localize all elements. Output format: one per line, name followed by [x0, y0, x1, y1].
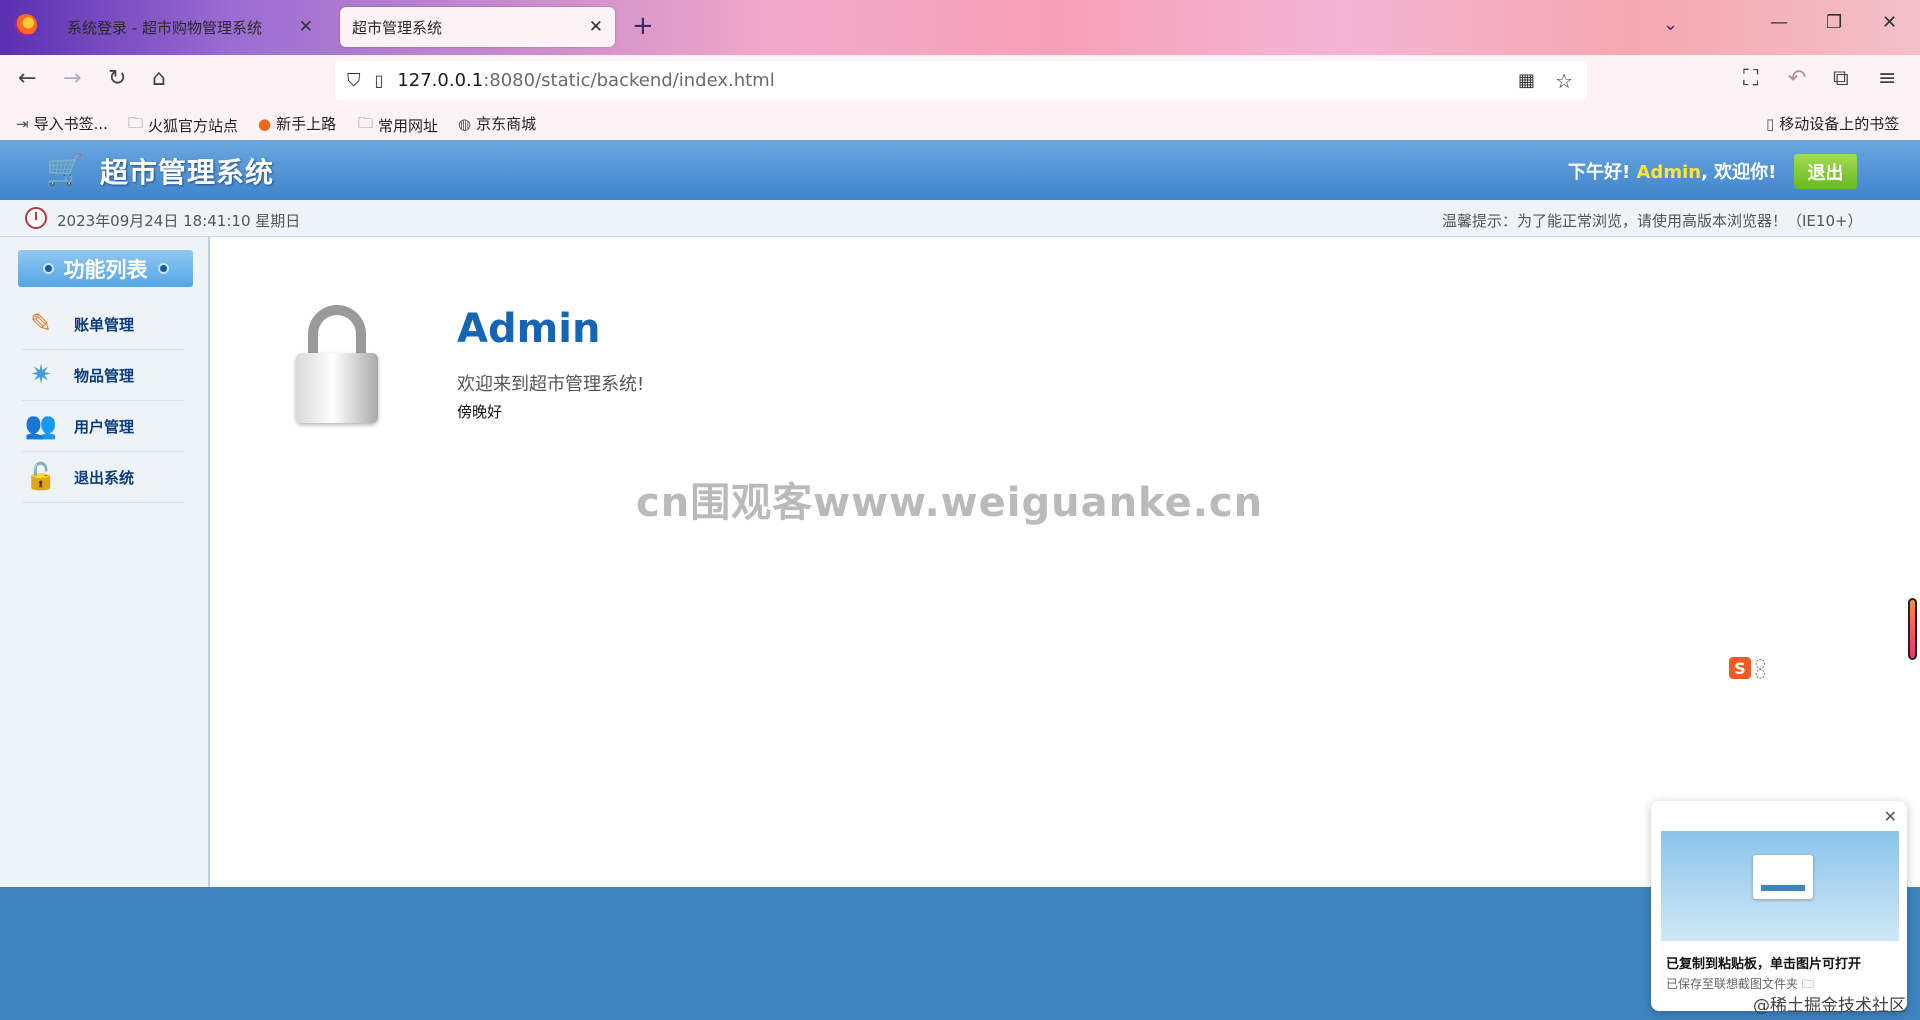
- greeting-text: 下午好!: [1568, 162, 1631, 183]
- lock-icon: [296, 305, 378, 425]
- folder-icon: 🗀: [358, 114, 374, 132]
- chevron-down-icon[interactable]: ⌄: [1663, 14, 1678, 35]
- greeting: 下午好! Admin, 欢迎你!: [1568, 158, 1776, 184]
- folder-icon: 🗀: [128, 114, 144, 132]
- back-icon[interactable]: ←: [18, 66, 36, 91]
- bookmarks-bar: ⇥ 导入书签... 🗀 火狐官方站点 ● 新手上路 🗀 常用网址 ◍ 京东商城 ▯ 移动设备…: [0, 106, 1920, 140]
- extensions-icon[interactable]: ⧉: [1833, 66, 1849, 91]
- users-icon: 👥: [24, 411, 58, 441]
- sidebar-item-bills[interactable]: ✎ 账单管理: [22, 299, 184, 350]
- sidebar-item-label: 退出系统: [74, 468, 135, 487]
- app-header: 🛒 超市管理系统 下午好! Admin, 欢迎你! 退出: [0, 140, 1920, 200]
- dot-icon: [157, 263, 169, 274]
- new-tab-button[interactable]: +: [632, 11, 654, 41]
- info-bar: 2023年09月24日 18:41:10 星期日 温馨提示：为了能正常浏览，请使…: [0, 200, 1920, 237]
- crop-icon[interactable]: ⛶: [1743, 66, 1758, 91]
- bookmark-getting-started[interactable]: ● 新手上路: [258, 113, 336, 134]
- ime-dots-icon: ◌ ◌: [1755, 656, 1766, 680]
- forward-icon[interactable]: →: [63, 66, 81, 91]
- scroll-handle[interactable]: [1908, 598, 1917, 660]
- tab-title: 超市管理系统: [352, 18, 443, 37]
- star-icon[interactable]: ☆: [1555, 69, 1573, 93]
- home-icon[interactable]: ⌂: [152, 66, 166, 91]
- corner-watermark: @稀土掘金技术社区: [1753, 996, 1906, 1016]
- close-icon[interactable]: ✕: [589, 17, 603, 37]
- bookmark-label: 常用网址: [378, 117, 439, 135]
- sidebar-item-goods[interactable]: ✷ 物品管理: [22, 350, 184, 401]
- screenshot-toast[interactable]: ✕ 已复制到粘贴板，单击图片可打开 已保存至联想截图文件夹 🗀: [1651, 801, 1907, 1011]
- qr-code-icon[interactable]: ▦: [1518, 70, 1535, 91]
- welcome-text: 欢迎来到超市管理系统!: [457, 374, 645, 395]
- app-title: 超市管理系统: [100, 156, 275, 189]
- browser-tab-bar: 系统登录 - 超市购物管理系统 ✕ 超市管理系统 ✕ + ⌄ — ❐ ✕: [0, 0, 1920, 55]
- greeting-welcome: , 欢迎你!: [1701, 162, 1777, 183]
- shield-icon[interactable]: ⛉: [347, 70, 361, 91]
- greeting-user: Admin: [1636, 162, 1702, 183]
- bookmark-label: 新手上路: [276, 115, 337, 133]
- toast-title: 已复制到粘贴板，单击图片可打开: [1666, 957, 1862, 972]
- sidebar-title-text: 功能列表: [63, 257, 148, 282]
- bookmark-mobile[interactable]: ▯ 移动设备上的书签: [1766, 113, 1899, 134]
- bookmark-firefox-site[interactable]: 🗀 火狐官方站点: [128, 113, 238, 138]
- screenshot-thumbnail[interactable]: [1661, 831, 1899, 941]
- bookmark-import[interactable]: ⇥ 导入书签...: [16, 113, 108, 134]
- reload-icon[interactable]: ↻: [108, 66, 126, 91]
- datetime: 2023年09月24日 18:41:10 星期日: [57, 212, 301, 230]
- bookmark-common-sites[interactable]: 🗀 常用网址: [358, 113, 438, 138]
- mobile-icon: ▯: [1766, 114, 1775, 133]
- close-window-icon[interactable]: ✕: [1882, 12, 1897, 33]
- bookmark-jd[interactable]: ◍ 京东商城: [458, 113, 536, 134]
- bookmark-label: 京东商城: [476, 115, 537, 133]
- firefox-icon[interactable]: [15, 14, 37, 36]
- undo-icon[interactable]: ↶: [1788, 66, 1806, 91]
- cart-icon: 🛒: [46, 153, 84, 188]
- url-bar[interactable]: ⛉ ▯ 127.0.0.1 :8080/static/backend/index…: [335, 61, 1587, 100]
- logout-button[interactable]: 退出: [1794, 154, 1857, 189]
- restore-icon[interactable]: ❐: [1826, 12, 1842, 33]
- tab-login[interactable]: 系统登录 - 超市购物管理系统 ✕: [55, 7, 325, 47]
- sidebar-title: 功能列表: [18, 250, 193, 287]
- sidebar-item-label: 用户管理: [74, 417, 135, 436]
- logout-icon: 🔓: [24, 462, 58, 492]
- sogou-icon: S: [1729, 657, 1751, 679]
- clock-icon: [25, 207, 47, 229]
- firefox-icon: ●: [258, 114, 272, 133]
- user-name: Admin: [457, 306, 601, 352]
- sidebar-item-label: 物品管理: [74, 366, 135, 385]
- url-host: 127.0.0.1: [397, 70, 484, 91]
- sidebar-item-logout[interactable]: 🔓 退出系统: [22, 452, 184, 503]
- import-icon: ⇥: [16, 114, 29, 133]
- bookmark-label: 移动设备上的书签: [1779, 115, 1900, 133]
- close-icon[interactable]: ✕: [299, 17, 313, 37]
- dot-icon: [42, 263, 54, 274]
- tab-title: 系统登录 - 超市购物管理系统: [67, 18, 262, 37]
- sogou-ime-widget[interactable]: S ◌ ◌: [1729, 654, 1777, 682]
- minimize-icon[interactable]: —: [1770, 12, 1788, 33]
- close-icon[interactable]: ✕: [1884, 807, 1897, 826]
- sidebar-item-label: 账单管理: [74, 315, 135, 334]
- sidebar: 功能列表 ✎ 账单管理 ✷ 物品管理 👥 用户管理 🔓 退出系统: [0, 237, 210, 887]
- footer: [0, 887, 1920, 1020]
- url-path: :8080/static/backend/index.html: [483, 70, 775, 91]
- bookmark-label: 导入书签...: [33, 115, 108, 133]
- goods-icon: ✷: [30, 360, 52, 390]
- page-icon: ▯: [374, 71, 384, 90]
- menu-icon[interactable]: ≡: [1878, 66, 1896, 91]
- sidebar-item-users[interactable]: 👥 用户管理: [22, 401, 184, 452]
- tab-admin[interactable]: 超市管理系统 ✕: [340, 7, 615, 47]
- browser-nav-bar: ← → ↻ ⌂ ⛉ ▯ 127.0.0.1 :8080/static/backe…: [0, 55, 1920, 106]
- bookmark-label: 火狐官方站点: [148, 117, 239, 135]
- browser-tip: 温馨提示：为了能正常浏览，请使用高版本浏览器！（IE10+）: [1442, 212, 1863, 230]
- bill-icon: ✎: [30, 309, 52, 339]
- watermark: cn围观客www.weiguanke.cn: [636, 480, 1264, 526]
- globe-icon: ◍: [458, 114, 472, 133]
- time-greeting: 傍晚好: [457, 403, 503, 421]
